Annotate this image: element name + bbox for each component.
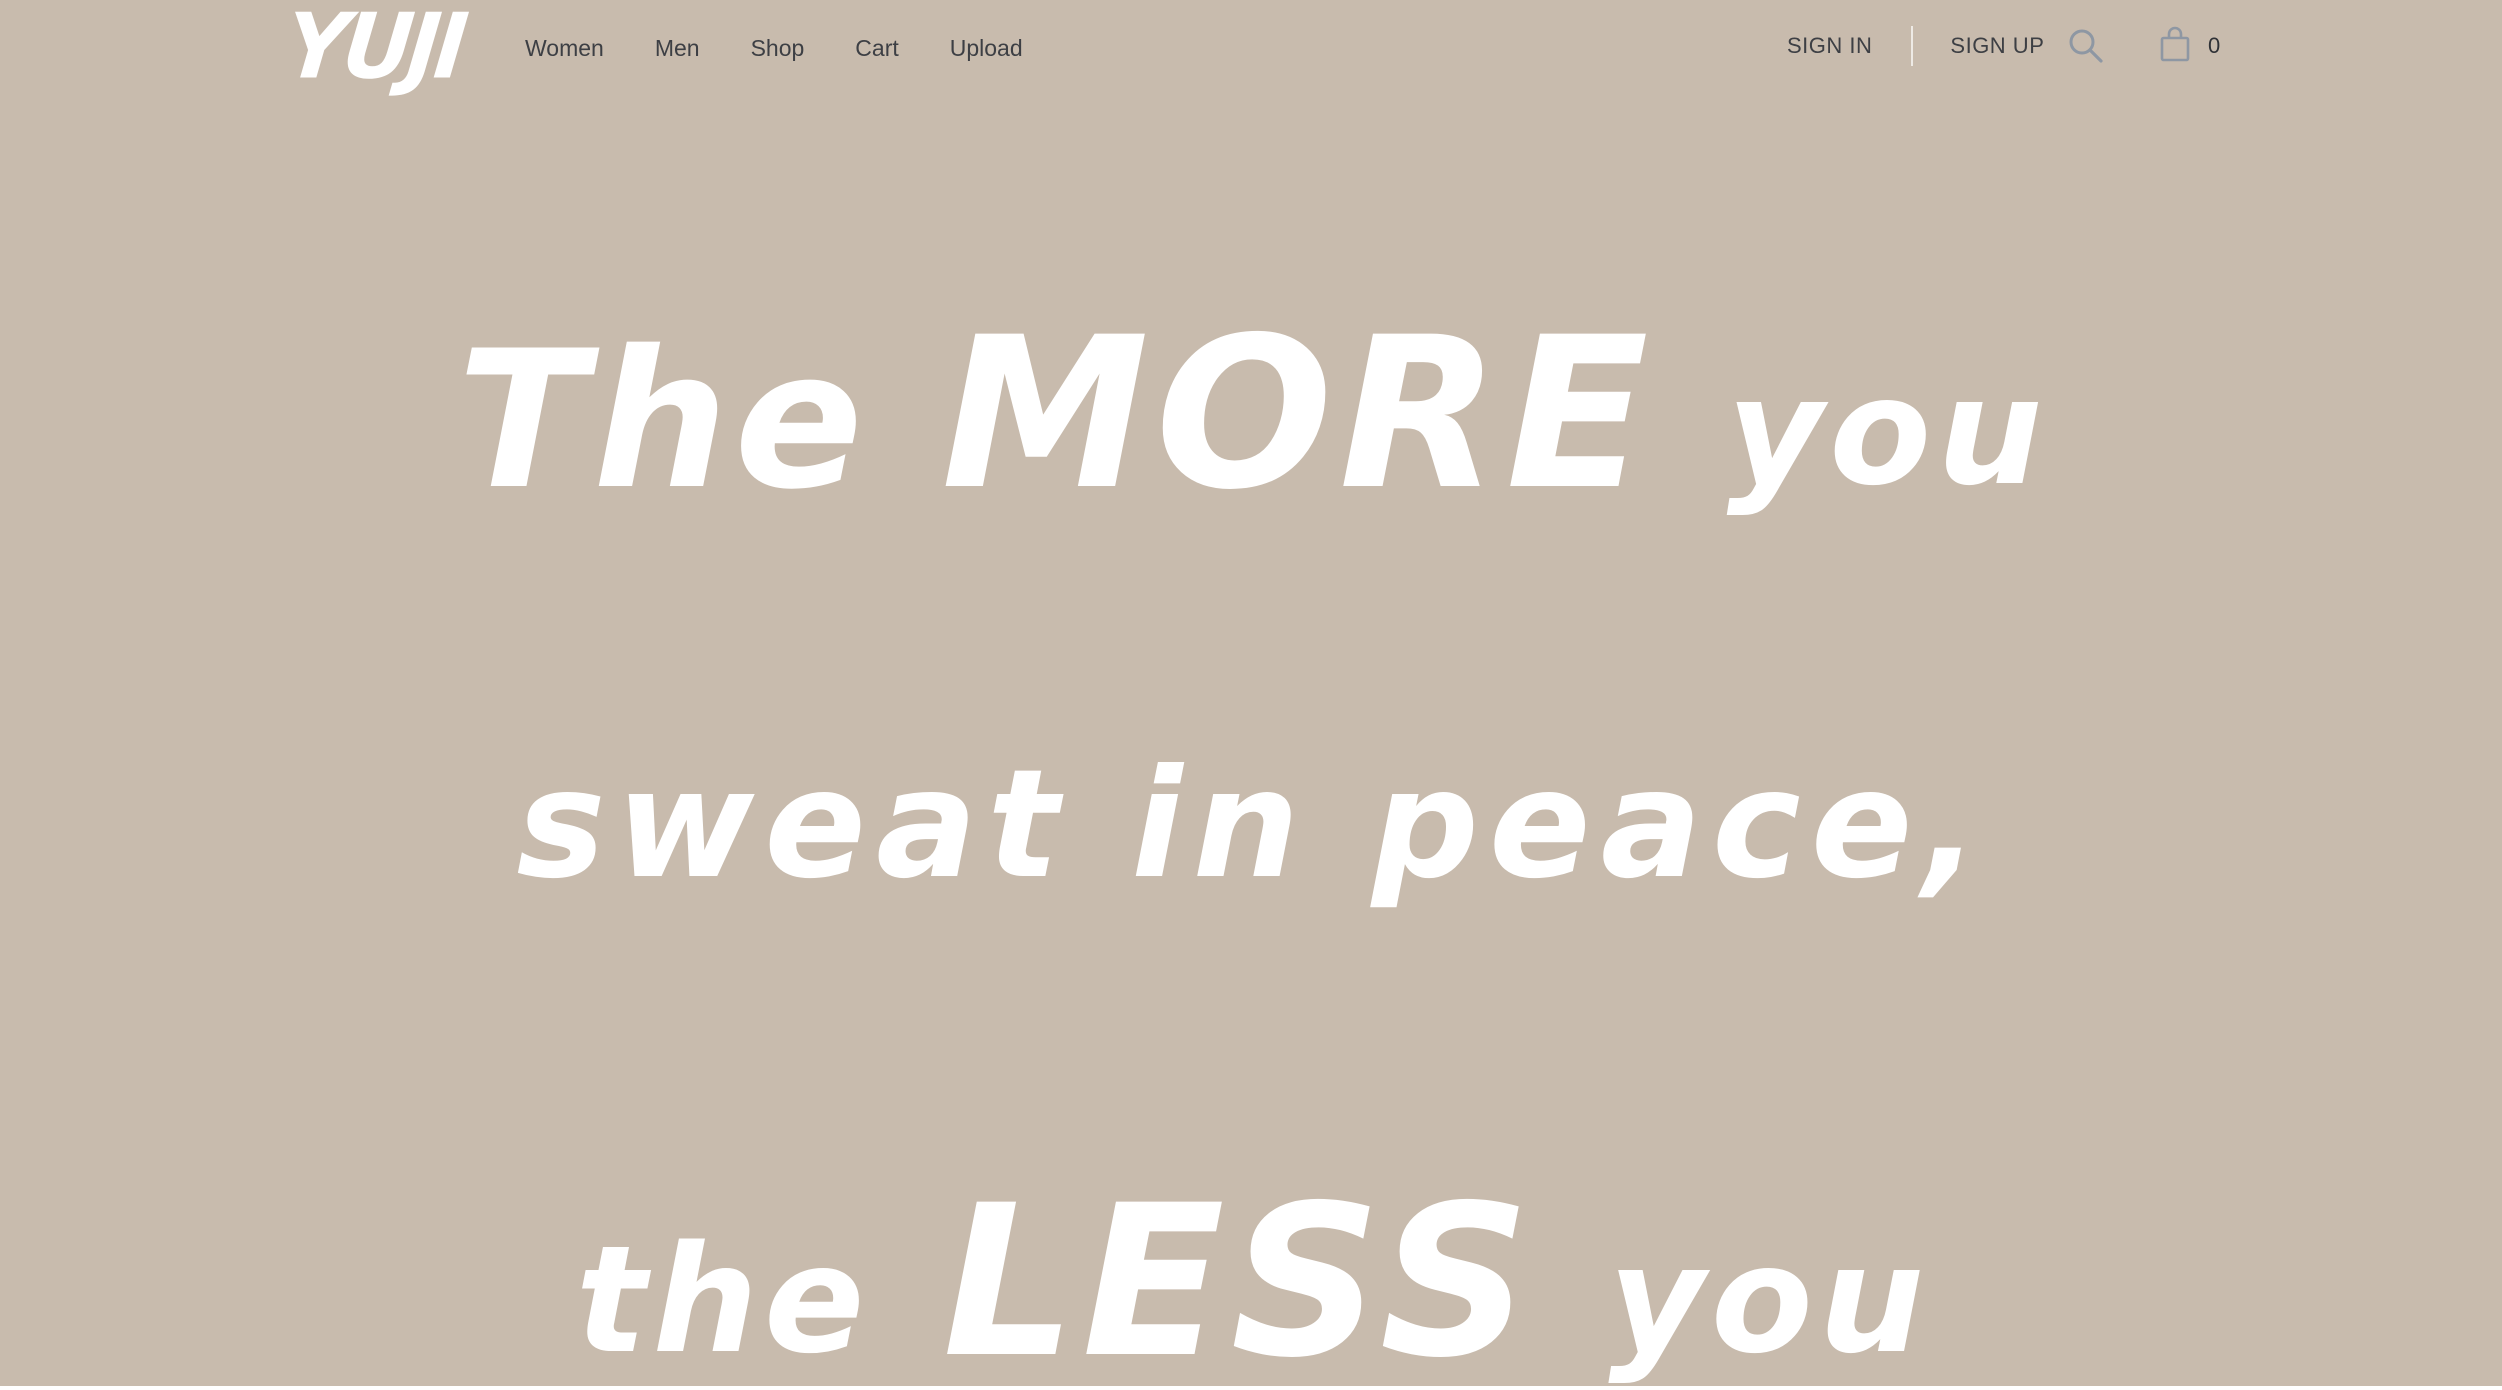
hero-line-3: the LESS you	[368, 1178, 2138, 1386]
nav-item-women[interactable]: Women	[525, 35, 604, 62]
cart-button[interactable]: 0	[2160, 26, 2220, 66]
main-nav: Women Men Shop Cart Upload	[525, 28, 1023, 68]
hero-emphasis-word: MORE	[941, 293, 1655, 536]
hero-emphasis-word: LESS	[942, 1161, 1537, 1386]
sign-in-link[interactable]: SIGN IN	[1787, 33, 1872, 59]
hero-line-1: The MORE you	[368, 310, 2138, 519]
nav-item-cart[interactable]: Cart	[855, 35, 898, 62]
hero-line-2: sweat in peace,	[516, 738, 1990, 912]
search-icon[interactable]	[2068, 28, 2104, 64]
page: YUJI Women Men Shop Cart Upload SIGN IN …	[0, 0, 2502, 1386]
cart-count-badge: 0	[2208, 33, 2221, 58]
nav-item-shop[interactable]: Shop	[751, 35, 805, 62]
site-header: YUJI Women Men Shop Cart Upload SIGN IN …	[0, 0, 2502, 100]
nav-item-upload[interactable]: Upload	[950, 35, 1023, 62]
hero-word: you	[1726, 345, 2049, 519]
nav-item-men[interactable]: Men	[655, 35, 700, 62]
hero-word: the	[575, 1213, 871, 1386]
hero-word: The	[457, 310, 870, 531]
auth-links: SIGN IN SIGN UP	[1787, 26, 2044, 66]
hero-word: you	[1608, 1213, 1931, 1386]
auth-divider	[1911, 26, 1914, 66]
yuji-logo[interactable]: YUJI	[280, 0, 467, 100]
sign-up-link[interactable]: SIGN UP	[1950, 33, 2044, 59]
bottom-edge	[0, 1386, 2502, 1390]
shopping-bag-icon	[2160, 26, 2190, 67]
